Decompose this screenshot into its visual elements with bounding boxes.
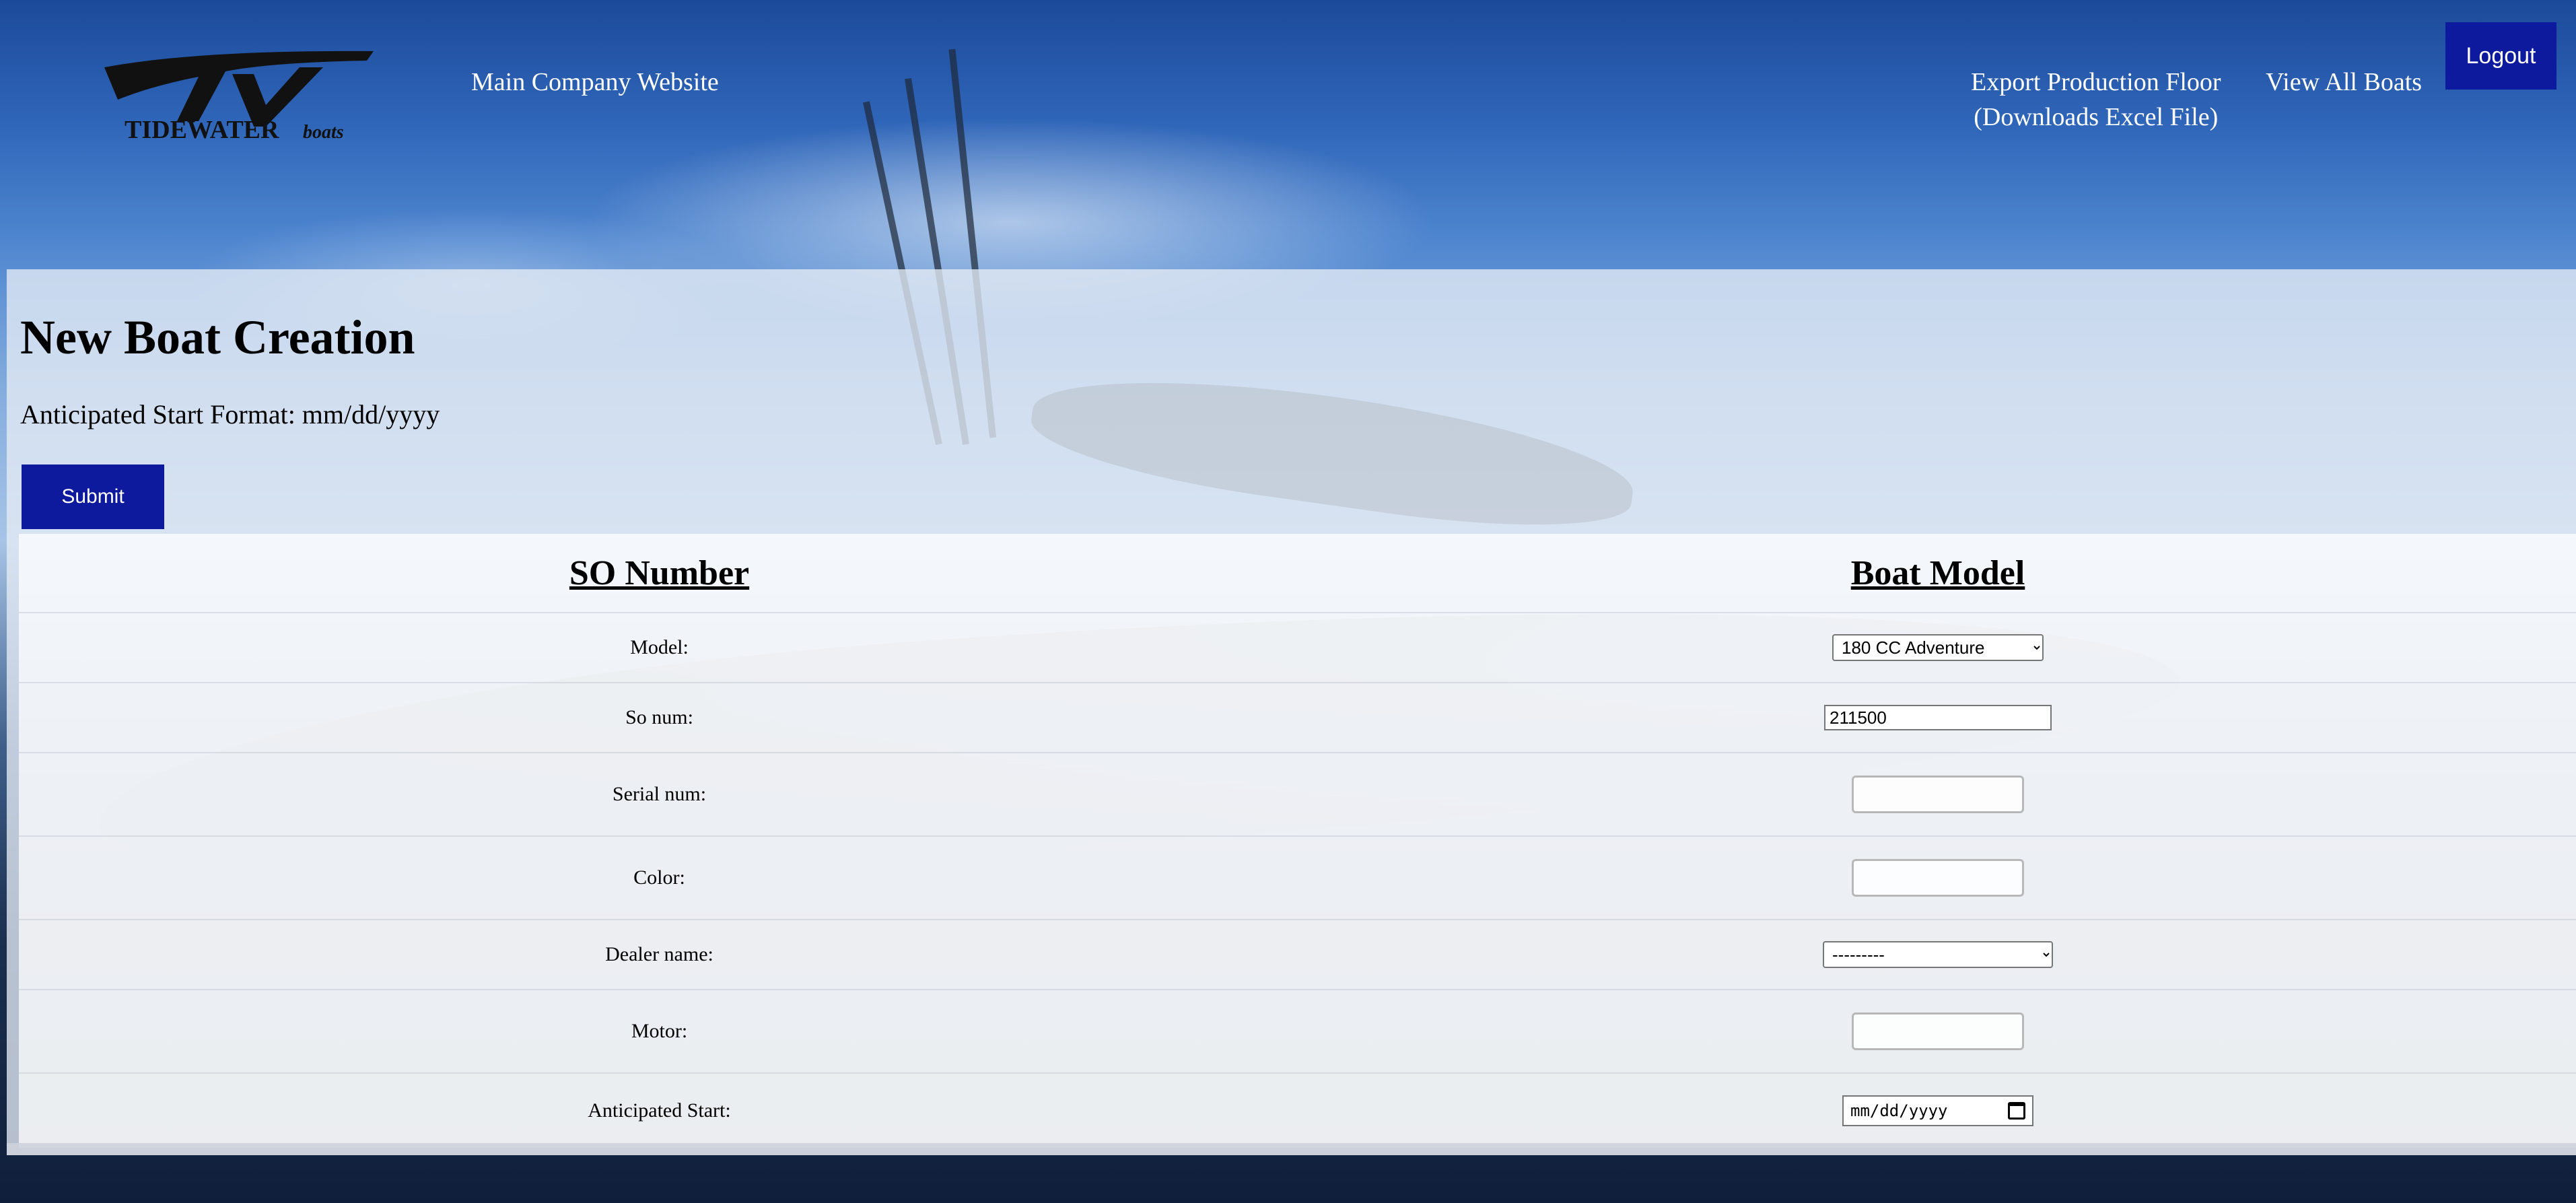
panel-bottom-edge xyxy=(7,1143,2576,1155)
form-row-so-num: So num: xyxy=(19,683,2576,753)
page-title: New Boat Creation xyxy=(20,310,415,364)
boat-form-table: SO Number Boat Model Model: 180 CC Adven… xyxy=(19,534,2576,1148)
form-row-dealer-name: Dealer name: --------- xyxy=(19,920,2576,990)
form-row-motor: Motor: xyxy=(19,990,2576,1074)
form-row-model: Model: 180 CC Adventure xyxy=(19,613,2576,683)
anticipated-start-date-input[interactable]: mm/dd/yyyy xyxy=(1842,1095,2033,1126)
dealer-name-select[interactable]: --------- xyxy=(1823,941,2053,968)
so-num-label: So num: xyxy=(625,706,693,728)
export-line2: (Downloads Excel File) xyxy=(1974,103,2219,131)
motor-input[interactable] xyxy=(1852,1012,2024,1050)
motor-label: Motor: xyxy=(631,1020,688,1042)
calendar-icon[interactable] xyxy=(2008,1102,2025,1120)
color-label: Color: xyxy=(633,866,685,889)
logo-word: TIDEWATER xyxy=(125,116,279,144)
submit-button[interactable]: Submit xyxy=(22,465,164,529)
color-input[interactable] xyxy=(1852,859,2024,897)
table-header-row: SO Number Boat Model xyxy=(19,534,2576,613)
tidewater-logo[interactable]: TIDEWATER boats xyxy=(98,47,380,148)
form-row-serial-num: Serial num: xyxy=(19,753,2576,837)
main-company-website-link[interactable]: Main Company Website xyxy=(471,65,719,100)
model-select[interactable]: 180 CC Adventure xyxy=(1832,634,2044,661)
view-all-boats-link[interactable]: View All Boats xyxy=(2266,65,2422,100)
serial-num-input[interactable] xyxy=(1852,776,2024,813)
export-line1: Export Production Floor xyxy=(1971,68,2221,96)
form-row-color: Color: xyxy=(19,837,2576,920)
site-header: TIDEWATER boats Main Company Website Exp… xyxy=(0,0,2576,269)
logo-sub: boats xyxy=(303,122,344,143)
dealer-name-label: Dealer name: xyxy=(605,943,713,965)
so-num-input[interactable] xyxy=(1824,705,2052,730)
serial-num-label: Serial num: xyxy=(612,783,707,805)
date-format-note: Anticipated Start Format: mm/dd/yyyy xyxy=(20,399,440,429)
model-label: Model: xyxy=(630,636,689,658)
logout-button[interactable]: Logout xyxy=(2445,22,2556,90)
column-header-boat-model: Boat Model xyxy=(1850,553,2025,592)
export-production-floor-link[interactable]: Export Production Floor (Downloads Excel… xyxy=(1971,65,2221,135)
anticipated-start-label: Anticipated Start: xyxy=(588,1099,731,1122)
form-row-anticipated-start: Anticipated Start: mm/dd/yyyy xyxy=(19,1074,2576,1148)
column-header-so-number: SO Number xyxy=(569,553,750,592)
date-placeholder: mm/dd/yyyy xyxy=(1850,1101,1948,1120)
